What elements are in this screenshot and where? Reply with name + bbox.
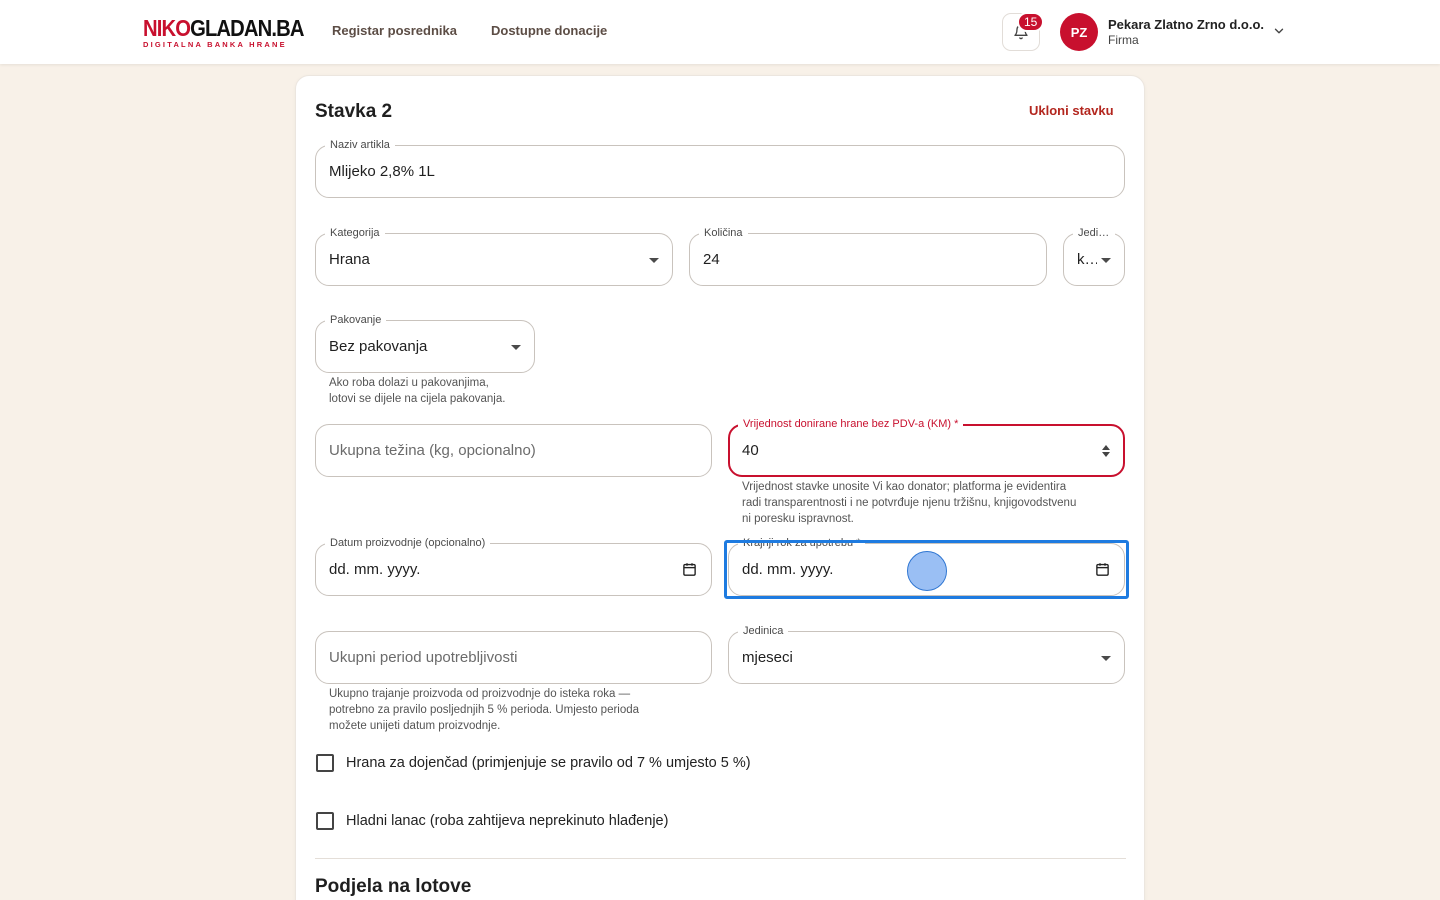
packaging-label: Pakovanje [325, 313, 387, 327]
dropdown-arrow-icon [649, 258, 659, 263]
category-label: Kategorija [325, 226, 385, 240]
avatar[interactable]: PZ [1060, 13, 1098, 51]
chevron-down-icon[interactable] [1272, 24, 1286, 38]
dropdown-arrow-icon [1101, 656, 1111, 661]
total-weight-placeholder: Ukupna težina (kg, opcionalno) [329, 442, 536, 459]
section-divider [315, 858, 1126, 859]
shelf-unit-label: Jedinica [738, 624, 789, 638]
quantity-label: Količina [699, 226, 748, 240]
production-date-label: Datum proizvodnje (opcionalno) [325, 536, 491, 550]
user-name[interactable]: Pekara Zlatno Zrno d.o.o. [1108, 17, 1264, 32]
top-header: NIKOGLADAN.BA DIGITALNA BANKA HRANE Regi… [0, 0, 1440, 64]
number-spinner-icon[interactable] [1101, 443, 1111, 459]
production-date-field[interactable]: Datum proizvodnje (opcionalno) dd. mm. y… [315, 536, 712, 596]
shelf-life-placeholder: Ukupni period upotrebljivosti [329, 649, 518, 666]
expiry-date-value: dd. mm. yyyy. [742, 561, 834, 578]
cold-chain-checkbox-row[interactable]: Hladni lanac (roba zahtijeva neprekinuto… [316, 812, 668, 830]
article-name-value: Mlijeko 2,8% 1L [329, 163, 435, 180]
dropdown-arrow-icon [511, 345, 521, 350]
article-name-label: Naziv artikla [325, 138, 395, 152]
expiry-date-label: Krajnji rok za upotrebu * [738, 536, 866, 550]
total-weight-field[interactable]: Ukupna težina (kg, opcionalno) [315, 424, 712, 477]
shelf-unit-select[interactable]: Jedinica mjeseci [728, 624, 1125, 684]
infant-food-label[interactable]: Hrana za dojenčad (primjenjuje se pravil… [346, 755, 751, 771]
calendar-icon[interactable] [682, 562, 697, 577]
donated-value-value: 40 [742, 442, 759, 459]
unit-value: kom [1077, 251, 1097, 268]
cold-chain-checkbox[interactable] [316, 812, 334, 830]
article-name-field[interactable]: Naziv artikla Mlijeko 2,8% 1L [315, 138, 1125, 198]
calendar-icon[interactable] [1095, 562, 1110, 577]
logo[interactable]: NIKOGLADAN.BA DIGITALNA BANKA HRANE [143, 15, 326, 50]
logo-wordmark: NIKOGLADAN.BA [143, 15, 304, 41]
category-select[interactable]: Kategorija Hrana [315, 226, 673, 286]
item-title: Stavka 2 [315, 101, 393, 122]
category-value: Hrana [329, 251, 370, 268]
remove-item-button[interactable]: Ukloni stavku [1029, 103, 1114, 118]
cursor-indicator [907, 551, 947, 591]
unit-label: Jedinica [1073, 226, 1115, 240]
shelf-life-field[interactable]: Ukupni period upotrebljivosti [315, 631, 712, 684]
logo-tagline: DIGITALNA BANKA HRANE [143, 40, 287, 49]
dropdown-arrow-icon [1101, 258, 1111, 263]
nav-registar-posrednika[interactable]: Registar posrednika [332, 23, 457, 38]
quantity-value: 24 [703, 251, 720, 268]
donated-value-field[interactable]: Vrijednost donirane hrane bez PDV-a (KM)… [728, 417, 1125, 477]
infant-food-checkbox-row[interactable]: Hrana za dojenčad (primjenjuje se pravil… [316, 754, 751, 772]
nav-dostupne-donacije[interactable]: Dostupne donacije [491, 23, 607, 38]
donated-value-helper: Vrijednost stavke unosite Vi kao donator… [742, 481, 1077, 525]
quantity-field[interactable]: Količina 24 [689, 226, 1047, 286]
packaging-helper: Ako roba dolazi u pakovanjima, lotovi se… [329, 377, 506, 405]
shelf-unit-value: mjeseci [742, 649, 793, 666]
shelf-life-helper: Ukupno trajanje proizvoda od proizvodnje… [329, 688, 640, 732]
user-role: Firma [1108, 33, 1139, 47]
infant-food-checkbox[interactable] [316, 754, 334, 772]
production-date-value: dd. mm. yyyy. [329, 561, 421, 578]
cold-chain-label[interactable]: Hladni lanac (roba zahtijeva neprekinuto… [346, 813, 668, 829]
lots-section-title: Podjela na lotove [315, 876, 472, 897]
packaging-value: Bez pakovanja [329, 338, 428, 355]
unit-select[interactable]: Jedinica kom [1063, 226, 1125, 286]
donated-value-label: Vrijednost donirane hrane bez PDV-a (KM)… [738, 417, 964, 431]
packaging-select[interactable]: Pakovanje Bez pakovanja [315, 313, 535, 373]
notification-badge: 15 [1017, 12, 1045, 32]
